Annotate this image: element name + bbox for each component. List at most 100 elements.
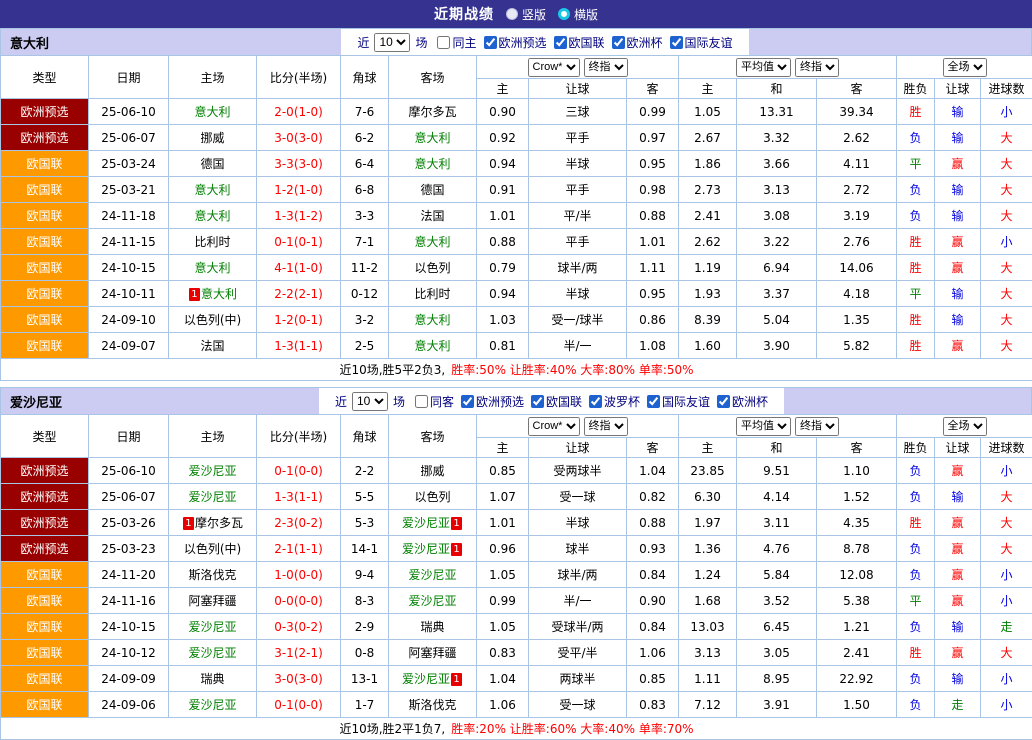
- away-team[interactable]: 1挪威1: [389, 458, 477, 484]
- home-team[interactable]: 1斯洛伐克1: [169, 562, 257, 588]
- scope-select[interactable]: 全场: [943, 417, 987, 436]
- home-team[interactable]: 1意大利1: [169, 255, 257, 281]
- result-cell: 负: [897, 666, 935, 692]
- league-filter-checkbox[interactable]: 波罗杯: [589, 393, 640, 410]
- league-filter-checkbox[interactable]: 欧洲预选: [461, 393, 524, 410]
- euro-away-odds: 8.78: [817, 536, 897, 562]
- euro-home-odds: 6.30: [679, 484, 737, 510]
- away-team[interactable]: 1爱沙尼亚1: [389, 562, 477, 588]
- away-team[interactable]: 1法国1: [389, 203, 477, 229]
- asia-away-odds: 1.04: [627, 458, 679, 484]
- home-team[interactable]: 1爱沙尼亚1: [169, 614, 257, 640]
- home-team[interactable]: 1比利时1: [169, 229, 257, 255]
- home-team[interactable]: 1瑞典1: [169, 666, 257, 692]
- scope-select[interactable]: 全场: [943, 58, 987, 77]
- euro-final-select[interactable]: 终指: [795, 417, 839, 436]
- filter-checkbox-input[interactable]: [612, 36, 625, 49]
- asia-home-odds: 0.96: [477, 536, 529, 562]
- filter-checkbox-input[interactable]: [589, 395, 602, 408]
- away-team[interactable]: 1比利时1: [389, 281, 477, 307]
- home-team[interactable]: 1挪威1: [169, 125, 257, 151]
- league-type: 欧洲预选: [1, 125, 89, 151]
- filter-checkbox-input[interactable]: [531, 395, 544, 408]
- layout-vertical-option[interactable]: 竖版: [506, 6, 546, 23]
- away-team[interactable]: 1爱沙尼亚1: [389, 666, 477, 692]
- home-team[interactable]: 1以色列(中)1: [169, 307, 257, 333]
- asia-away-odds: 0.83: [627, 692, 679, 718]
- home-team[interactable]: 1意大利1: [169, 281, 257, 307]
- home-team[interactable]: 1爱沙尼亚1: [169, 640, 257, 666]
- bookmaker-select[interactable]: Crow*: [528, 58, 580, 77]
- recent-count-select[interactable]: 10: [352, 392, 388, 411]
- away-team[interactable]: 1意大利1: [389, 307, 477, 333]
- away-team[interactable]: 1以色列1: [389, 484, 477, 510]
- filter-checkbox-input[interactable]: [415, 395, 428, 408]
- col-goals: 进球数: [981, 79, 1032, 99]
- home-team[interactable]: 1以色列(中)1: [169, 536, 257, 562]
- recent-count-select[interactable]: 10: [374, 33, 410, 52]
- league-filter-checkbox[interactable]: 欧国联: [531, 393, 582, 410]
- layout-horizontal-option[interactable]: 横版: [558, 6, 598, 23]
- filter-checkbox-input[interactable]: [437, 36, 450, 49]
- average-select[interactable]: 平均值: [736, 417, 791, 436]
- away-team[interactable]: 1爱沙尼亚1: [389, 588, 477, 614]
- col-score: 比分(半场): [257, 415, 341, 458]
- euro-final-select[interactable]: 终指: [795, 58, 839, 77]
- filter-checkbox-input[interactable]: [554, 36, 567, 49]
- home-team[interactable]: 1意大利1: [169, 99, 257, 125]
- home-team[interactable]: 1摩尔多瓦1: [169, 510, 257, 536]
- asia-final-select[interactable]: 终指: [584, 58, 628, 77]
- filter-checkbox-input[interactable]: [461, 395, 474, 408]
- match-date: 24-10-12: [89, 640, 169, 666]
- filter-checkbox-input[interactable]: [647, 395, 660, 408]
- col-result: 胜负: [897, 79, 935, 99]
- away-team[interactable]: 1摩尔多瓦1: [389, 99, 477, 125]
- asia-home-odds: 0.94: [477, 281, 529, 307]
- home-team[interactable]: 1意大利1: [169, 177, 257, 203]
- home-team[interactable]: 1爱沙尼亚1: [169, 458, 257, 484]
- league-filter-checkbox[interactable]: 同主: [437, 34, 476, 51]
- home-team[interactable]: 1法国1: [169, 333, 257, 359]
- euro-home-odds: 1.24: [679, 562, 737, 588]
- home-team[interactable]: 1德国1: [169, 151, 257, 177]
- league-type: 欧国联: [1, 255, 89, 281]
- filter-checkbox-input[interactable]: [484, 36, 497, 49]
- euro-odds-group: 平均值终指: [679, 415, 897, 438]
- average-select[interactable]: 平均值: [736, 58, 791, 77]
- match-row: 欧国联 24-10-15 1爱沙尼亚1 0-3(0-2) 2-9 1瑞典1 1.…: [1, 614, 1032, 640]
- team-name-text: 意大利: [414, 157, 450, 171]
- filter-checkbox-input[interactable]: [717, 395, 730, 408]
- away-team[interactable]: 1德国1: [389, 177, 477, 203]
- league-filter-checkbox[interactable]: 欧洲杯: [717, 393, 768, 410]
- away-team[interactable]: 1意大利1: [389, 229, 477, 255]
- away-team[interactable]: 1爱沙尼亚1: [389, 536, 477, 562]
- away-team[interactable]: 1爱沙尼亚1: [389, 510, 477, 536]
- col-asia-home: 主: [477, 438, 529, 458]
- euro-away-odds: 2.76: [817, 229, 897, 255]
- league-filter-checkbox[interactable]: 国际友谊: [647, 393, 710, 410]
- match-date: 24-09-07: [89, 333, 169, 359]
- euro-draw-odds: 4.76: [737, 536, 817, 562]
- bookmaker-select[interactable]: Crow*: [528, 417, 580, 436]
- away-team[interactable]: 1意大利1: [389, 333, 477, 359]
- league-filter-checkbox[interactable]: 同客: [415, 393, 454, 410]
- league-filter-checkbox[interactable]: 国际友谊: [670, 34, 733, 51]
- away-team[interactable]: 1瑞典1: [389, 614, 477, 640]
- away-team[interactable]: 1阿塞拜疆1: [389, 640, 477, 666]
- asia-home-odds: 0.79: [477, 255, 529, 281]
- asia-final-select[interactable]: 终指: [584, 417, 628, 436]
- away-team[interactable]: 1以色列1: [389, 255, 477, 281]
- league-filter-checkbox[interactable]: 欧洲预选: [484, 34, 547, 51]
- away-team[interactable]: 1意大利1: [389, 151, 477, 177]
- home-team[interactable]: 1意大利1: [169, 203, 257, 229]
- home-team[interactable]: 1爱沙尼亚1: [169, 484, 257, 510]
- league-filter-checkbox[interactable]: 欧国联: [554, 34, 605, 51]
- handicap-result-cell: 赢: [935, 588, 981, 614]
- home-team[interactable]: 1阿塞拜疆1: [169, 588, 257, 614]
- league-filter-checkbox[interactable]: 欧洲杯: [612, 34, 663, 51]
- home-team[interactable]: 1爱沙尼亚1: [169, 692, 257, 718]
- away-team[interactable]: 1斯洛伐克1: [389, 692, 477, 718]
- goals-result-cell: 小: [981, 562, 1032, 588]
- filter-checkbox-input[interactable]: [670, 36, 683, 49]
- away-team[interactable]: 1意大利1: [389, 125, 477, 151]
